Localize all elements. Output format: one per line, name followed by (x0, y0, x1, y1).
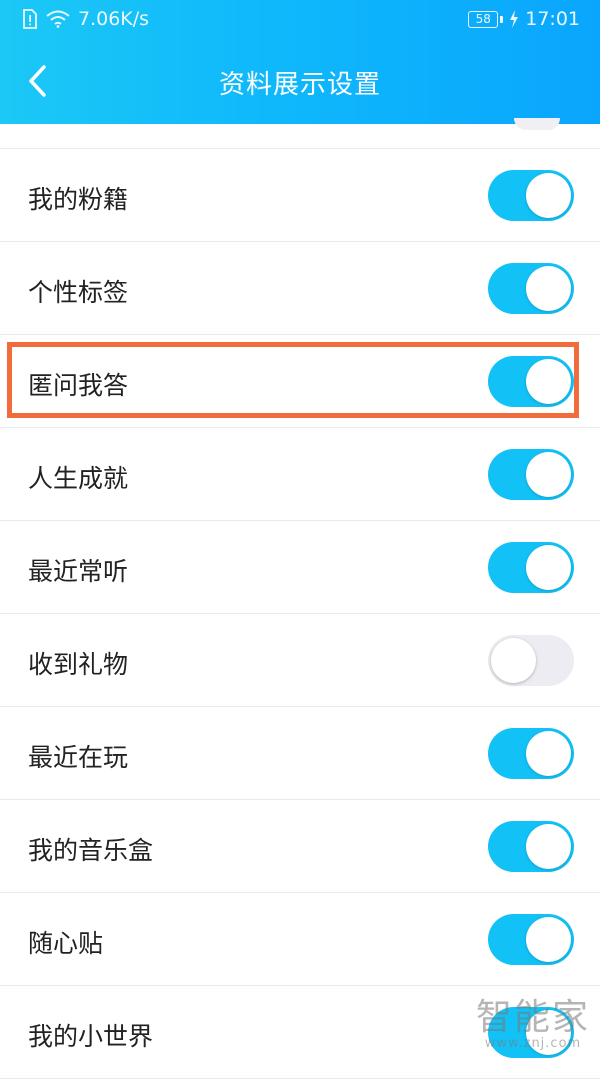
app-header: 7.06K/s 58 17:01 资料展示设置 (0, 0, 600, 124)
page-title: 资料展示设置 (218, 70, 381, 100)
status-left: 7.06K/s (22, 8, 149, 30)
battery-icon: 58 (468, 10, 499, 28)
battery-level: 58 (475, 12, 491, 26)
setting-label: 我的小世界 (28, 1022, 154, 1051)
toggle-knob (526, 452, 571, 497)
setting-toggle[interactable] (488, 914, 574, 965)
partial-row-above (0, 118, 600, 149)
setting-toggle[interactable] (488, 728, 574, 779)
setting-row: 匿问我答 (0, 335, 600, 428)
setting-label: 最近常听 (28, 557, 129, 586)
setting-row: 收到礼物 (0, 614, 600, 707)
toggle-knob (526, 545, 571, 590)
toggle-knob (526, 1010, 571, 1055)
setting-toggle[interactable] (488, 449, 574, 500)
setting-label: 个性标签 (28, 278, 129, 307)
setting-row: 个性标签 (0, 242, 600, 335)
setting-row: 我的小世界 (0, 986, 600, 1079)
wifi-icon (46, 10, 70, 28)
setting-row: 最近在玩 (0, 707, 600, 800)
toggle-knob (526, 173, 571, 218)
partial-toggle (514, 118, 560, 130)
toggle-knob (526, 917, 571, 962)
setting-toggle[interactable] (488, 635, 574, 686)
battery-tip (500, 15, 504, 23)
settings-list: 我的粉籍个性标签匿问我答人生成就最近常听收到礼物最近在玩我的音乐盒随心贴我的小世… (0, 118, 600, 1079)
setting-label: 随心贴 (28, 929, 104, 958)
setting-row: 随心贴 (0, 893, 600, 986)
charging-icon (510, 10, 519, 28)
toggle-knob (526, 359, 571, 404)
toggle-knob (526, 731, 571, 776)
setting-label: 我的粉籍 (28, 185, 129, 214)
setting-toggle[interactable] (488, 356, 574, 407)
setting-label: 人生成就 (28, 464, 129, 493)
toggle-knob (526, 266, 571, 311)
setting-toggle[interactable] (488, 821, 574, 872)
setting-row: 我的粉籍 (0, 149, 600, 242)
status-bar: 7.06K/s 58 17:01 (0, 0, 600, 42)
setting-toggle[interactable] (488, 263, 574, 314)
setting-label: 收到礼物 (28, 650, 129, 679)
setting-toggle[interactable] (488, 542, 574, 593)
setting-row: 最近常听 (0, 521, 600, 614)
setting-label: 匿问我答 (28, 371, 129, 400)
clock: 17:01 (525, 8, 580, 30)
setting-toggle[interactable] (488, 1007, 574, 1058)
setting-toggle[interactable] (488, 170, 574, 221)
setting-row: 人生成就 (0, 428, 600, 521)
network-speed: 7.06K/s (78, 8, 150, 30)
setting-row: 我的音乐盒 (0, 800, 600, 893)
toggle-knob (526, 824, 571, 869)
setting-label: 最近在玩 (28, 743, 129, 772)
sim-alert-icon (23, 9, 37, 29)
status-right: 58 17:01 (468, 8, 580, 30)
setting-label: 我的音乐盒 (28, 836, 154, 865)
settings-rows: 我的粉籍个性标签匿问我答人生成就最近常听收到礼物最近在玩我的音乐盒随心贴我的小世… (0, 149, 600, 1079)
toggle-knob (491, 638, 536, 683)
